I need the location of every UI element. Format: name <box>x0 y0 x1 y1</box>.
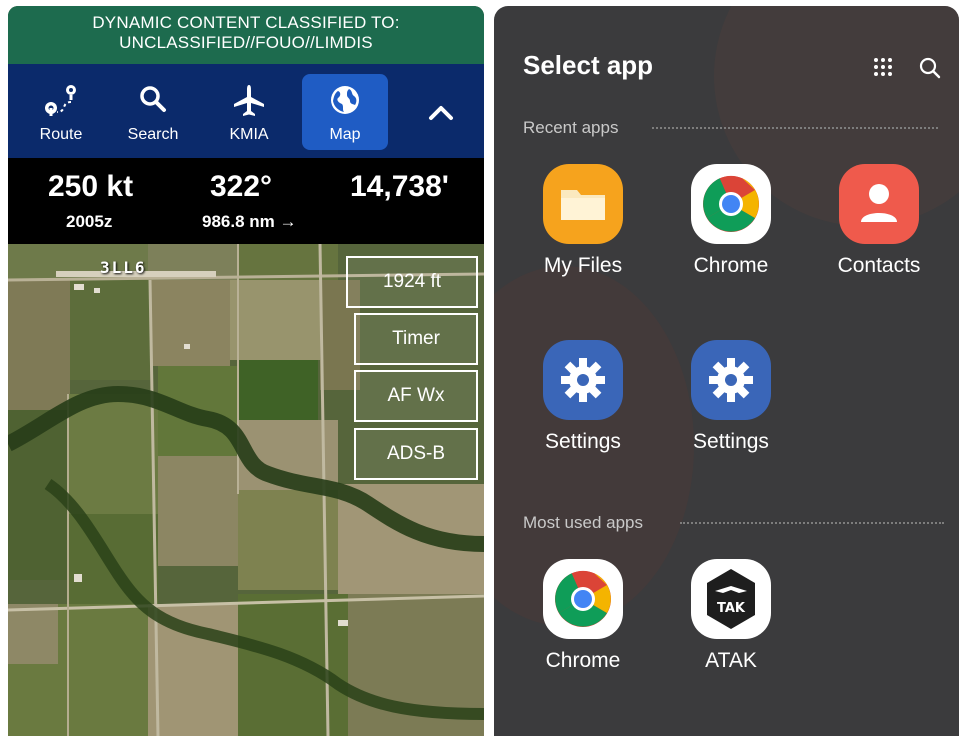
app-settings[interactable]: Settings <box>508 340 658 470</box>
altitude: 14,738' <box>350 170 449 203</box>
app-chrome[interactable]: Chrome <box>656 164 806 294</box>
classification-line-1: DYNAMIC CONTENT CLASSIFIED TO: <box>92 13 400 32</box>
app-label: Contacts <box>837 254 921 277</box>
distance-to-destination: 986.8 nm → <box>202 212 297 231</box>
ground-speed: 250 kt <box>48 170 134 203</box>
app-chrome-most-used[interactable]: Chrome <box>508 559 658 689</box>
map-tab[interactable]: Map <box>302 74 388 150</box>
grid-view-icon[interactable] <box>872 56 894 78</box>
altitude-button-label: 1924 ft <box>382 271 442 292</box>
folder-icon <box>543 164 623 244</box>
contacts-icon <box>839 164 919 244</box>
section-divider <box>652 127 938 129</box>
flight-data-readout: 250 kt 2005z 322° 986.8 nm → 14,738' <box>8 158 484 244</box>
select-app-title: Select app <box>523 50 654 80</box>
search-icon[interactable] <box>918 56 942 80</box>
heading: 322° <box>210 170 273 203</box>
app-label: Chrome <box>545 649 621 672</box>
app-label: My Files <box>543 254 623 277</box>
app-atak[interactable]: TAK ATAK <box>656 559 806 689</box>
chevron-up-icon <box>429 106 453 120</box>
main-toolbar: Route Search KMIA Map <box>8 64 484 158</box>
atak-logo-text: TAK <box>717 601 746 616</box>
app-label: Settings <box>693 430 769 453</box>
app-label: ATAK <box>705 649 757 672</box>
app-label: Chrome <box>693 254 769 277</box>
most-used-apps-label: Most used apps <box>523 513 644 532</box>
ads-b-button-label: ADS-B <box>386 443 446 464</box>
app-label: Settings <box>545 430 621 453</box>
kmia-label: KMIA <box>229 126 269 143</box>
collapse-toolbar-button[interactable] <box>398 74 484 150</box>
search-button[interactable]: Search <box>110 74 196 150</box>
classification-line-2: UNCLASSIFIED//FOUO//LIMDIS <box>119 33 373 52</box>
route-button[interactable]: Route <box>18 74 104 150</box>
app-my-files[interactable]: My Files <box>508 164 658 294</box>
altitude-button[interactable]: 1924 ft <box>346 256 478 308</box>
af-wx-button-label: AF Wx <box>387 385 445 406</box>
gear-icon <box>543 340 623 420</box>
route-icon <box>45 85 76 116</box>
recent-apps-label: Recent apps <box>523 118 619 137</box>
chrome-icon <box>691 164 771 244</box>
app-contacts[interactable]: Contacts <box>804 164 954 294</box>
route-label: Route <box>39 126 83 143</box>
atak-icon: TAK <box>691 559 771 639</box>
af-wx-button[interactable]: AF Wx <box>354 370 478 422</box>
section-divider <box>680 522 944 524</box>
efb-app-window: DYNAMIC CONTENT CLASSIFIED TO: UNCLASSIF… <box>8 6 484 736</box>
timer-button[interactable]: Timer <box>354 313 478 365</box>
map-label: Map <box>329 126 361 143</box>
globe-icon <box>331 86 359 114</box>
ads-b-button[interactable]: ADS-B <box>354 428 478 480</box>
search-icon <box>140 86 166 112</box>
chrome-icon <box>543 559 623 639</box>
zulu-time: 2005z <box>66 212 113 231</box>
classification-banner: DYNAMIC CONTENT CLASSIFIED TO: UNCLASSIF… <box>8 6 484 64</box>
kmia-button[interactable]: KMIA <box>206 74 292 150</box>
timer-button-label: Timer <box>392 328 440 349</box>
search-label: Search <box>127 126 179 143</box>
app-settings-2[interactable]: Settings <box>656 340 806 470</box>
airplane-icon <box>234 85 264 116</box>
satellite-map[interactable]: 3LL6 1924 ft Timer AF Wx ADS-B <box>8 244 484 736</box>
airport-identifier: 3LL6 <box>100 258 147 277</box>
select-app-panel: Select app Recent apps My Files Chrome C… <box>494 6 959 736</box>
gear-icon <box>691 340 771 420</box>
